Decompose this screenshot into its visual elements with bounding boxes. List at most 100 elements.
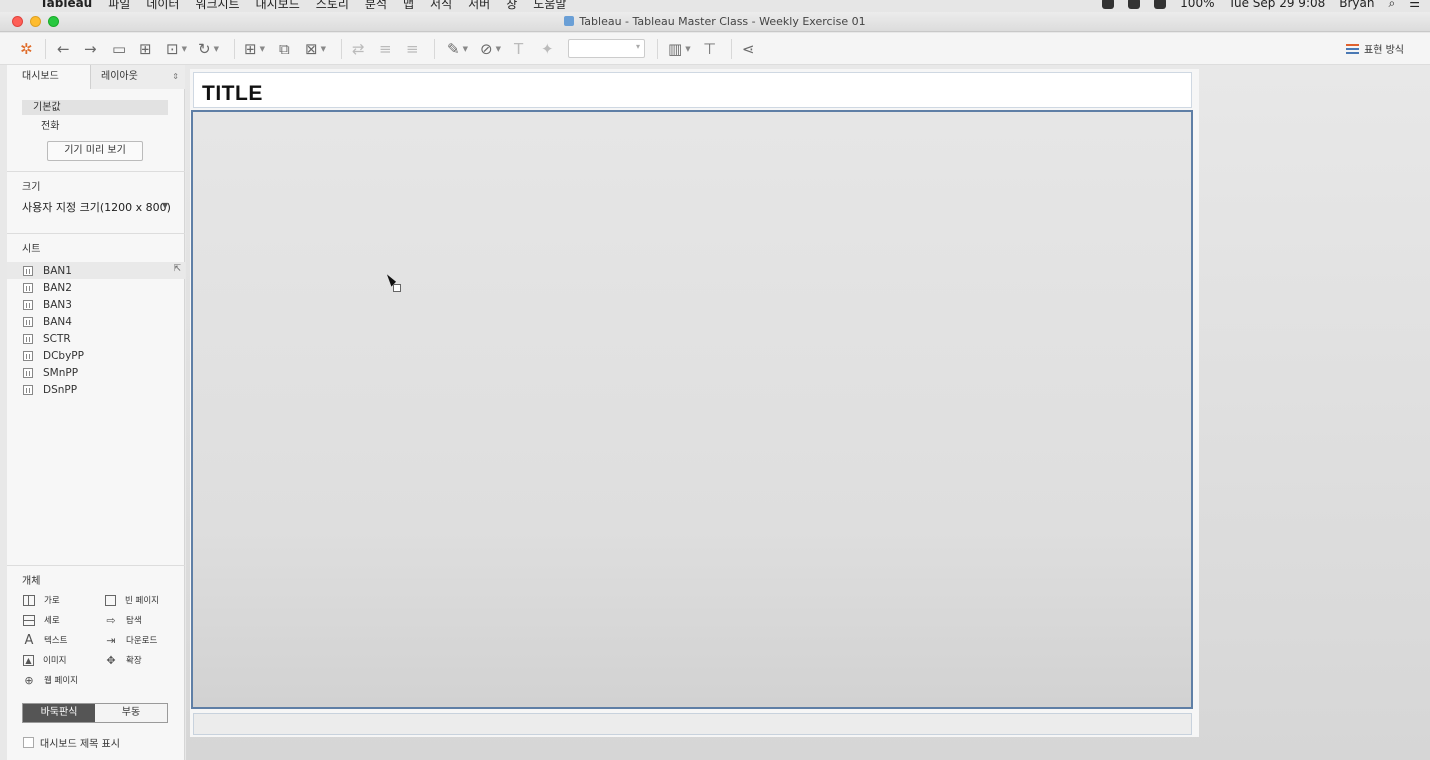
fit-dropdown[interactable] bbox=[568, 39, 645, 58]
image-icon: ▲ bbox=[23, 654, 34, 666]
menu-analysis[interactable]: 분석 bbox=[365, 0, 387, 12]
object-image[interactable]: ▲ 이미지 bbox=[23, 654, 66, 666]
floating-button[interactable]: 부동 bbox=[95, 704, 167, 722]
object-horizontal[interactable]: 가로 bbox=[23, 594, 60, 606]
dashboard-title-text[interactable]: TITLE bbox=[202, 82, 263, 106]
sheet-item-dsnpp[interactable]: DSnPP bbox=[7, 381, 185, 398]
chevron-down-icon[interactable]: ▼ bbox=[321, 45, 326, 53]
user-name[interactable]: Bryan bbox=[1339, 0, 1374, 10]
menu-map[interactable]: 맵 bbox=[403, 0, 414, 12]
toolbar-separator bbox=[434, 39, 435, 59]
tiled-floating-toggle: 바둑판식 부동 bbox=[22, 703, 168, 723]
menu-window[interactable]: 창 bbox=[506, 0, 517, 12]
sheet-item-smnpp[interactable]: SMnPP bbox=[7, 364, 185, 381]
bottom-layout-container[interactable] bbox=[193, 713, 1192, 735]
duplicate-sheet-icon[interactable]: ⧉ bbox=[279, 40, 290, 58]
horizontal-container-icon bbox=[23, 594, 35, 606]
menu-format[interactable]: 서식 bbox=[430, 0, 452, 12]
pause-updates-icon[interactable]: ⊡ ▼ bbox=[166, 40, 187, 58]
toolbar-separator bbox=[731, 39, 732, 59]
chevron-down-icon[interactable]: ▼ bbox=[260, 45, 265, 53]
menu-help[interactable]: 도움말 bbox=[533, 0, 566, 12]
sheet-item-dcbypp[interactable]: DCbyPP bbox=[7, 347, 185, 364]
tiled-button[interactable]: 바둑판식 bbox=[23, 704, 95, 722]
chevron-updown-icon: ⇕ bbox=[172, 72, 179, 81]
menu-dashboard[interactable]: 대시보드 bbox=[256, 0, 300, 12]
size-dropdown[interactable]: 사용자 지정 크기(1200 x 800) bbox=[22, 199, 171, 215]
object-webpage[interactable]: ⊕ 웹 페이지 bbox=[23, 674, 78, 687]
sheet-label: DSnPP bbox=[43, 383, 78, 396]
show-me-button[interactable]: 표현 방식 bbox=[1346, 41, 1404, 56]
object-label: 세로 bbox=[44, 616, 60, 626]
object-extension[interactable]: ✥ 확장 bbox=[105, 654, 141, 667]
go-to-sheet-icon[interactable]: ⇱ bbox=[173, 264, 181, 274]
chevron-down-icon[interactable]: ▼ bbox=[214, 45, 219, 53]
group-icon[interactable]: ⊘ ▼ bbox=[480, 40, 501, 58]
device-preview-button[interactable]: 기기 미리 보기 bbox=[47, 141, 143, 161]
sheet-item-sctr[interactable]: SCTR bbox=[7, 330, 185, 347]
clear-sheet-icon[interactable]: ⊠ ▼ bbox=[305, 40, 326, 58]
show-me-label: 표현 방식 bbox=[1364, 45, 1404, 56]
object-text[interactable]: A 텍스트 bbox=[23, 633, 68, 648]
sort-ascending-icon[interactable]: ≡ bbox=[379, 40, 392, 58]
swap-icon[interactable]: ⇄ bbox=[352, 40, 365, 58]
object-label: 빈 페이지 bbox=[125, 596, 159, 606]
object-vertical[interactable]: 세로 bbox=[23, 614, 60, 626]
clock[interactable]: Tue Sep 29 9:08 bbox=[1228, 0, 1325, 10]
tableau-doc-icon bbox=[564, 16, 575, 26]
sheet-label: DCbyPP bbox=[43, 349, 84, 362]
menu-app-name[interactable]: Tableau bbox=[40, 0, 92, 10]
show-dashboard-title[interactable]: 대시보드 제목 표시 bbox=[23, 735, 120, 750]
status-icon[interactable] bbox=[1102, 0, 1115, 9]
fix-axes-icon[interactable]: ✦ bbox=[541, 40, 554, 58]
wifi-icon[interactable] bbox=[1154, 0, 1167, 9]
window-title-text: Tableau - Tableau Master Class - Weekly … bbox=[579, 15, 866, 28]
new-worksheet-icon[interactable]: ⊞ ▼ bbox=[244, 40, 265, 58]
sheet-item-ban2[interactable]: BAN2 bbox=[7, 279, 185, 296]
sheet-item-ban4[interactable]: BAN4 bbox=[7, 313, 185, 330]
sheet-item-ban3[interactable]: BAN3 bbox=[7, 296, 185, 313]
menu-story[interactable]: 스토리 bbox=[316, 0, 349, 12]
new-datasource-icon[interactable]: ⊞ bbox=[139, 40, 152, 58]
redo-icon[interactable]: → bbox=[84, 40, 97, 58]
chevron-down-icon[interactable]: ▼ bbox=[685, 45, 690, 53]
sort-descending-icon[interactable]: ≡ bbox=[406, 40, 419, 58]
show-title-checkbox[interactable] bbox=[23, 737, 34, 748]
device-phone-item[interactable]: 전화 bbox=[41, 117, 59, 132]
chevron-down-icon[interactable]: ▼ bbox=[496, 45, 501, 53]
cloud-icon[interactable] bbox=[1128, 0, 1141, 9]
save-icon[interactable]: ▭ bbox=[112, 40, 126, 58]
menu-list-icon[interactable]: ☰ bbox=[1409, 0, 1420, 10]
tab-dashboard[interactable]: 대시보드 bbox=[7, 65, 91, 89]
sheet-item-ban1[interactable]: BAN1 ⇱ bbox=[7, 262, 185, 279]
chevron-down-icon[interactable]: ▼ bbox=[182, 45, 187, 53]
main-toolbar: ✲ ← → ▭ ⊞ ⊡ ▼ ↻ ▼ ⊞ ▼ ⧉ ⊠ ▼ ⇄ ≡ ≡ ✎ ▼ ⊘ ▼ T ✦ … bbox=[0, 33, 1430, 65]
share-icon[interactable]: ⋖ bbox=[742, 40, 755, 58]
object-label: 이미지 bbox=[43, 656, 67, 666]
object-blank[interactable]: 빈 페이지 bbox=[105, 594, 159, 606]
title-text-object[interactable]: TITLE bbox=[193, 72, 1192, 108]
tab-layout[interactable]: 레이아웃 ⇕ bbox=[91, 65, 185, 89]
object-download[interactable]: ⇥ 다운로드 bbox=[105, 634, 157, 647]
highlight-icon[interactable]: ✎ ▼ bbox=[447, 40, 468, 58]
divider bbox=[7, 565, 185, 566]
empty-layout-container[interactable] bbox=[191, 110, 1193, 709]
show-cards-icon[interactable]: ▥ ▼ bbox=[668, 40, 691, 58]
object-label: 탐색 bbox=[126, 616, 142, 626]
undo-icon[interactable]: ← bbox=[57, 40, 70, 58]
object-navigation[interactable]: ⇨ 탐색 bbox=[105, 614, 142, 627]
presentation-mode-icon[interactable]: ⊤ bbox=[703, 40, 716, 58]
worksheet-icon bbox=[23, 299, 33, 310]
tableau-logo-icon[interactable]: ✲ bbox=[20, 40, 33, 58]
menu-server[interactable]: 서버 bbox=[468, 0, 490, 12]
device-default-item[interactable]: 기본값 bbox=[22, 100, 168, 115]
blank-icon bbox=[105, 594, 116, 606]
menu-file[interactable]: 파일 bbox=[108, 0, 130, 12]
chevron-down-icon[interactable]: ▼ bbox=[162, 201, 168, 210]
search-icon[interactable]: ⌕ bbox=[1389, 0, 1396, 11]
menu-data[interactable]: 데이터 bbox=[146, 0, 179, 12]
labels-icon[interactable]: T bbox=[514, 40, 523, 58]
chevron-down-icon[interactable]: ▼ bbox=[463, 45, 468, 53]
refresh-icon[interactable]: ↻ ▼ bbox=[198, 40, 219, 58]
menu-worksheet[interactable]: 워크시트 bbox=[195, 0, 239, 12]
